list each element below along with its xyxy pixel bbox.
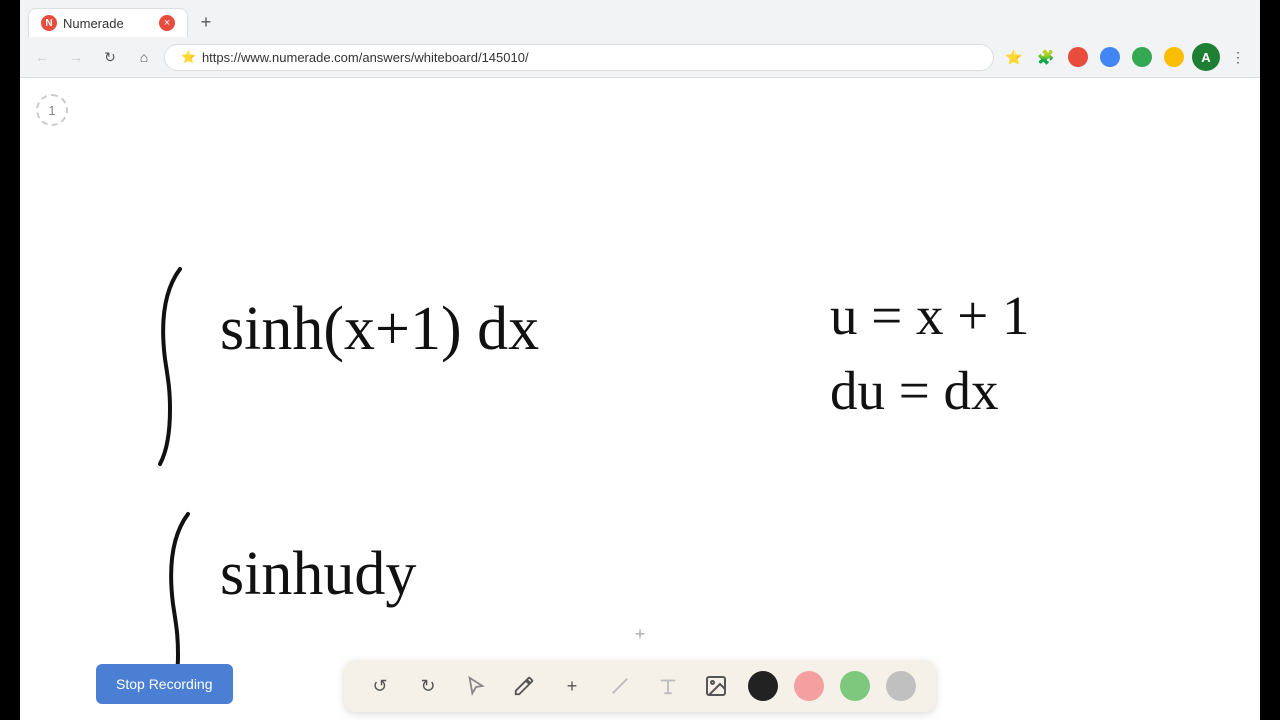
color-black[interactable] xyxy=(748,671,778,701)
back-button[interactable]: ← xyxy=(28,43,56,71)
color-pink[interactable] xyxy=(794,671,824,701)
profile-avatar[interactable]: A xyxy=(1192,43,1220,71)
toolbar: ↺ ↻ + xyxy=(344,660,936,712)
tab-numerade[interactable]: N Numerade × xyxy=(28,8,188,37)
forward-button[interactable]: → xyxy=(62,43,90,71)
image-tool-button[interactable] xyxy=(700,670,732,702)
new-tab-button[interactable]: + xyxy=(192,9,220,37)
undo-button[interactable]: ↺ xyxy=(364,670,396,702)
extension-icon[interactable]: 🧩 xyxy=(1032,43,1060,71)
svg-text:sinhudy: sinhudy xyxy=(220,540,416,608)
stop-recording-button[interactable]: Stop Recording xyxy=(96,664,233,704)
tab-bar: N Numerade × + xyxy=(20,0,1260,37)
svg-text:u = x + 1: u = x + 1 xyxy=(830,285,1030,346)
chrome-ext-icon[interactable] xyxy=(1096,43,1124,71)
url-text: https://www.numerade.com/answers/whitebo… xyxy=(202,50,977,65)
refresh-button[interactable]: ↻ xyxy=(96,43,124,71)
eraser-tool-button[interactable] xyxy=(604,670,636,702)
whiteboard-canvas[interactable]: 1 sinh(x+1) dx sinhudy u = x + 1 du = dx… xyxy=(20,78,1260,720)
tab-close-button[interactable]: × xyxy=(159,15,175,31)
browser-actions: ⭐ 🧩 A ⋮ xyxy=(1000,43,1252,71)
numerade-ext-icon[interactable] xyxy=(1064,43,1092,71)
svg-text:du = dx: du = dx xyxy=(830,360,999,421)
pen-tool-button[interactable] xyxy=(508,670,540,702)
add-page-button[interactable]: + xyxy=(635,624,646,645)
home-button[interactable]: ⌂ xyxy=(130,43,158,71)
tab-title: Numerade xyxy=(63,16,153,31)
color-gray[interactable] xyxy=(886,671,916,701)
svg-text:sinh(x+1) dx: sinh(x+1) dx xyxy=(220,295,539,363)
text-tool-button[interactable] xyxy=(652,670,684,702)
select-tool-button[interactable] xyxy=(460,670,492,702)
tab-favicon: N xyxy=(41,15,57,31)
address-bar[interactable]: ⭐ https://www.numerade.com/answers/white… xyxy=(164,44,994,71)
bookmark-icon[interactable]: ⭐ xyxy=(1000,43,1028,71)
browser-chrome: N Numerade × + ← → ↻ ⌂ ⭐ https://www.num… xyxy=(20,0,1260,78)
menu-button[interactable]: ⋮ xyxy=(1224,43,1252,71)
more-ext-icon[interactable] xyxy=(1160,43,1188,71)
color-green[interactable] xyxy=(840,671,870,701)
settings-ext-icon[interactable] xyxy=(1128,43,1156,71)
address-bar-row: ← → ↻ ⌂ ⭐ https://www.numerade.com/answe… xyxy=(20,37,1260,77)
add-element-button[interactable]: + xyxy=(556,670,588,702)
redo-button[interactable]: ↻ xyxy=(412,670,444,702)
